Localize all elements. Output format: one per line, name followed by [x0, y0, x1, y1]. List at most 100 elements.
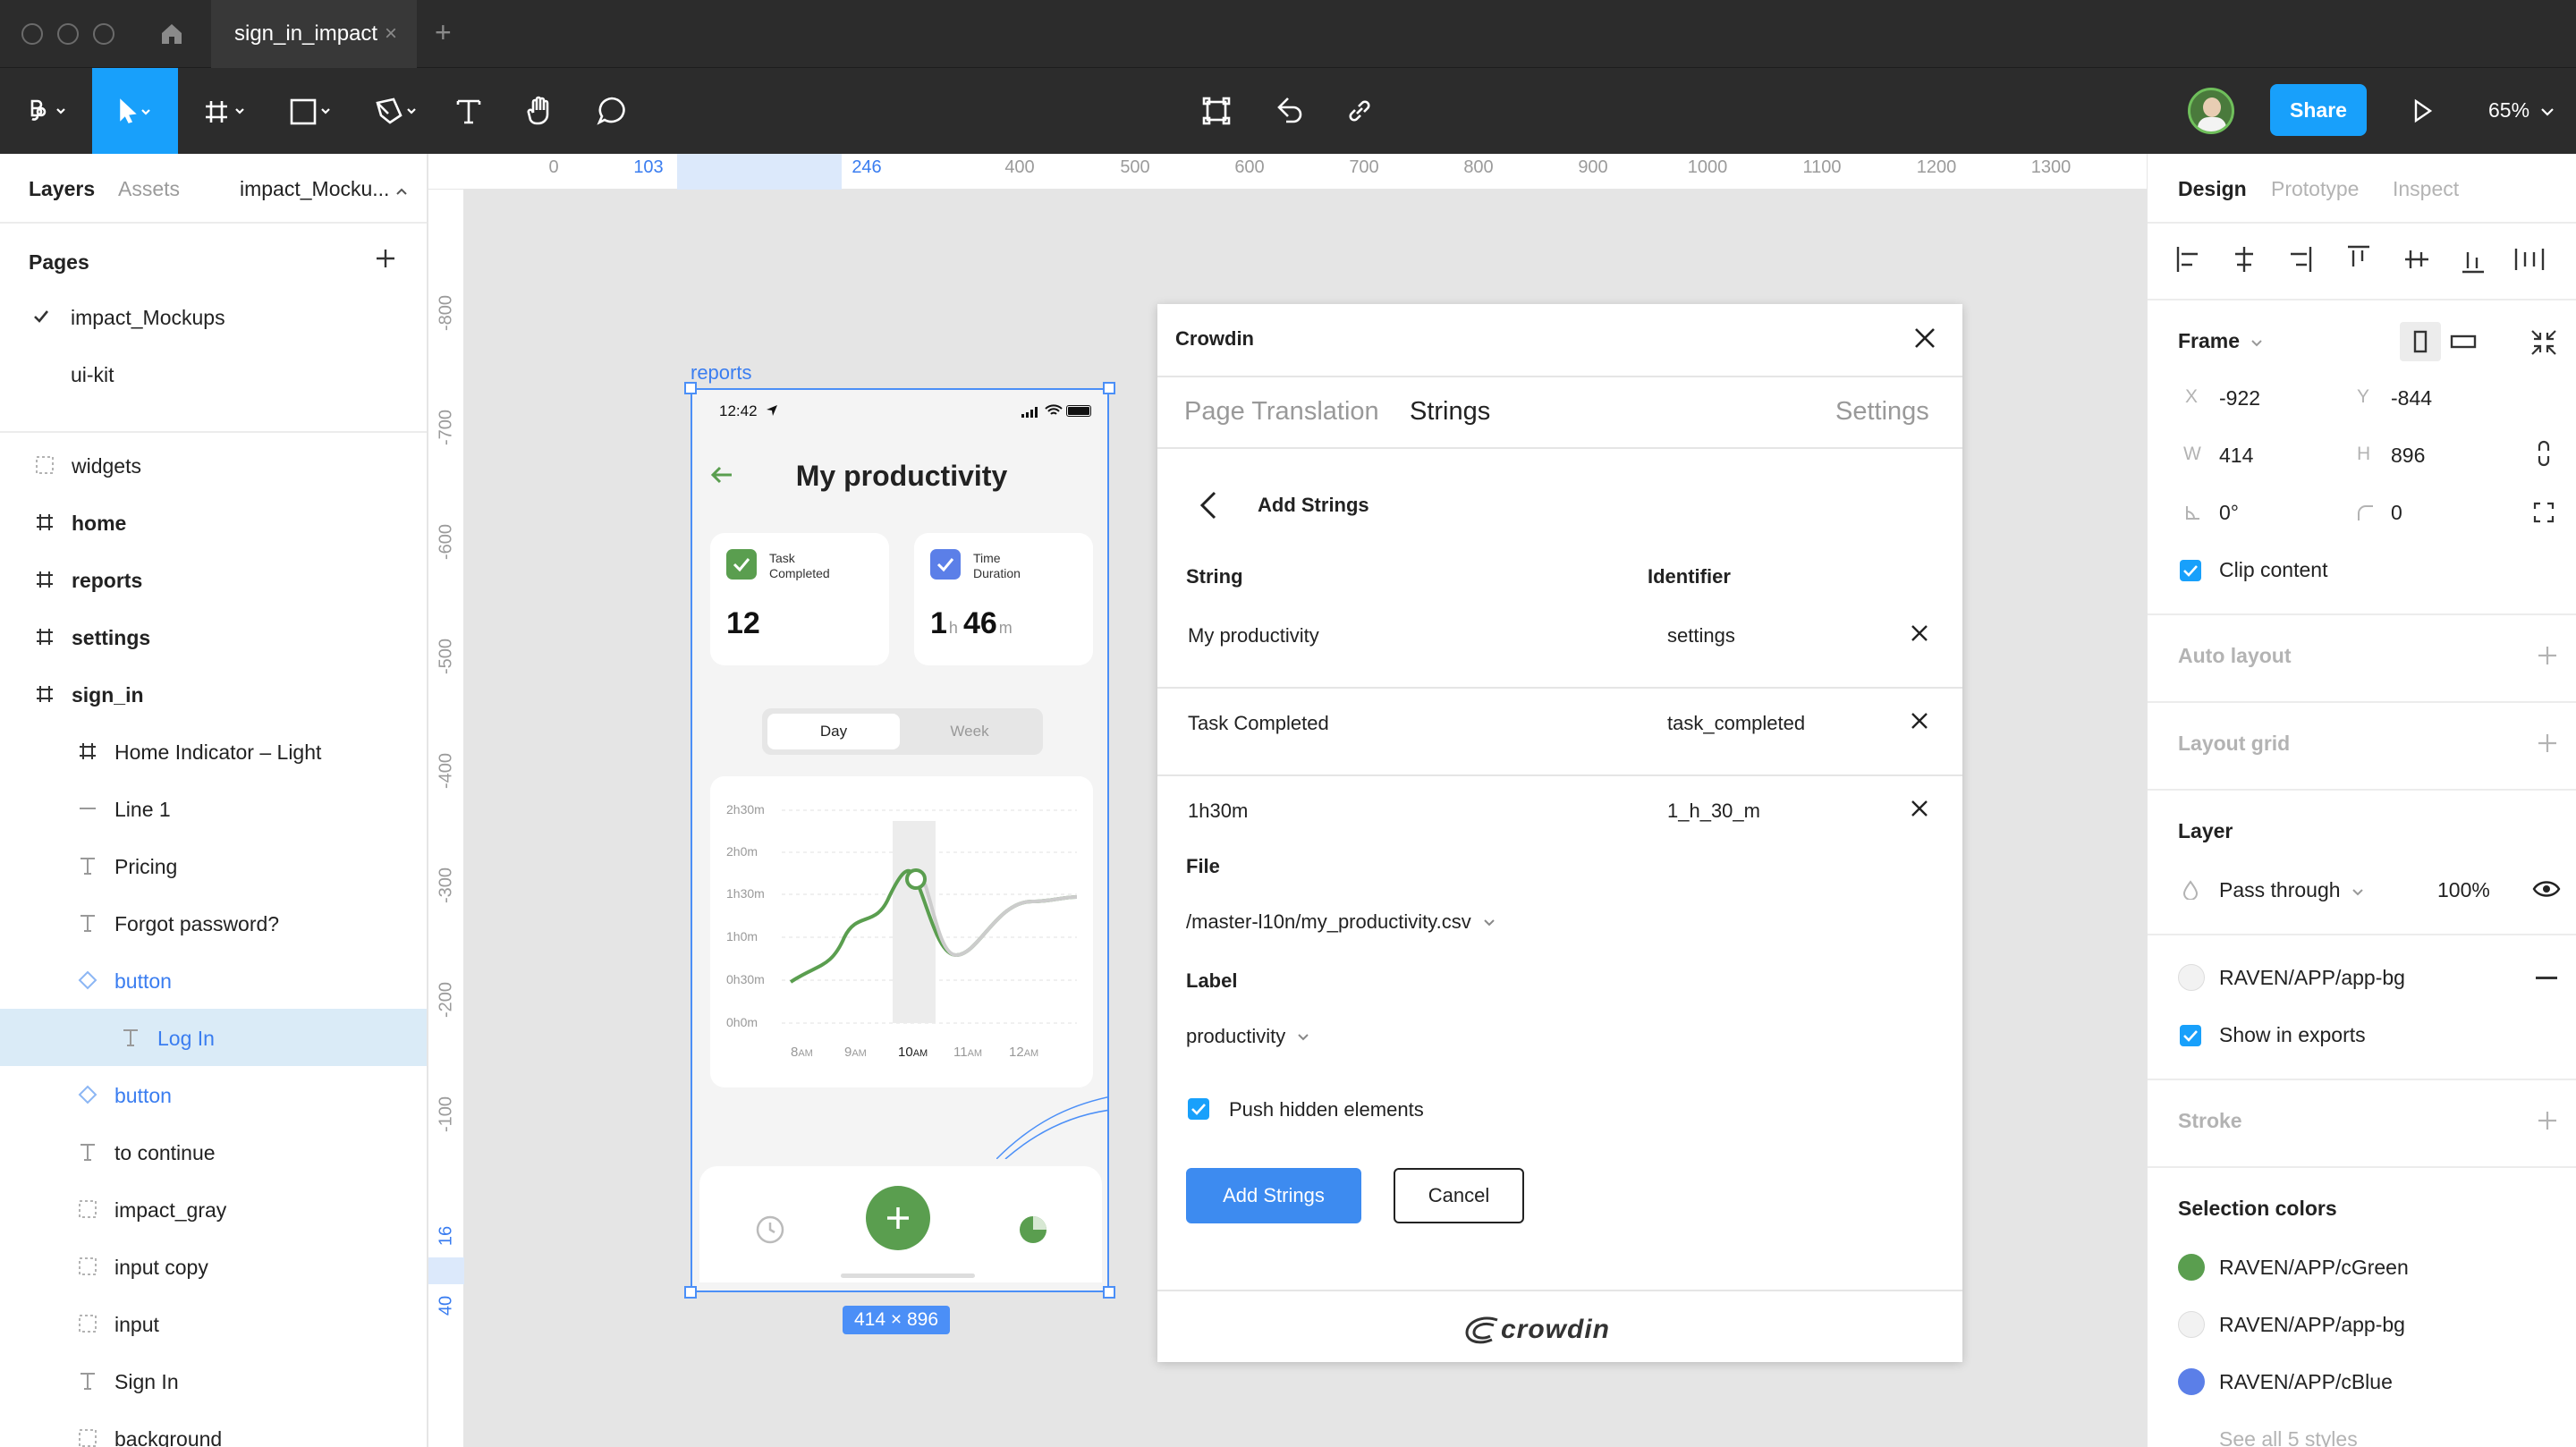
layer-item[interactable]: impact_gray — [0, 1180, 427, 1238]
string-value[interactable]: My productivity — [1188, 624, 1319, 647]
opacity-input[interactable]: 100% — [2437, 878, 2490, 902]
component-button[interactable] — [1199, 68, 1234, 154]
tab-strings[interactable]: Strings — [1410, 397, 1490, 427]
string-value[interactable]: Task Completed — [1188, 712, 1329, 735]
layer-item[interactable]: Home Indicator – Light — [0, 723, 427, 780]
clock-icon[interactable] — [755, 1214, 785, 1245]
page-item-impact-mockups[interactable]: impact_Mockups — [71, 306, 225, 330]
text-tool-button[interactable] — [451, 68, 487, 154]
fill-swatch[interactable] — [2178, 964, 2205, 991]
main-menu-button[interactable] — [16, 68, 79, 154]
resize-handle-bottom-left[interactable] — [684, 1286, 697, 1299]
resize-handle-top-right[interactable] — [1103, 382, 1115, 394]
day-toggle-button[interactable]: Day — [767, 714, 900, 749]
add-stroke-button[interactable] — [2536, 1109, 2559, 1132]
layer-item[interactable]: Sign In — [0, 1352, 427, 1409]
close-dialog-button[interactable] — [1912, 326, 1937, 351]
design-tab[interactable]: Design — [2178, 177, 2247, 201]
layer-item[interactable]: to continue — [0, 1123, 427, 1180]
back-icon[interactable] — [1197, 490, 1220, 520]
width-input[interactable]: 414 — [2219, 444, 2253, 468]
cancel-button[interactable]: Cancel — [1394, 1168, 1524, 1223]
boolean-button[interactable] — [1270, 68, 1306, 154]
layer-item[interactable]: Pricing — [0, 837, 427, 894]
layer-item[interactable]: input — [0, 1295, 427, 1352]
close-tab-icon[interactable]: × — [385, 0, 397, 68]
layer-item[interactable]: widgets — [0, 436, 427, 494]
prototype-tab[interactable]: Prototype — [2271, 177, 2359, 201]
resize-handle-top-left[interactable] — [684, 382, 697, 394]
see-all-styles-link[interactable]: See all 5 styles — [2219, 1427, 2358, 1447]
alignment-toolbar[interactable] — [2174, 240, 2550, 279]
show-in-exports-checkbox[interactable] — [2180, 1025, 2201, 1046]
remove-string-button[interactable] — [1909, 710, 1934, 735]
inspect-tab[interactable]: Inspect — [2393, 177, 2459, 201]
minimize-window-button[interactable] — [57, 23, 79, 45]
independent-corners-button[interactable] — [2530, 499, 2557, 526]
remove-string-button[interactable] — [1909, 622, 1934, 647]
color-swatch[interactable] — [2178, 1311, 2205, 1338]
tab-settings[interactable]: Settings — [1835, 397, 1929, 427]
corner-radius-input[interactable]: 0 — [2391, 501, 2402, 525]
layer-item[interactable]: input copy — [0, 1238, 427, 1295]
add-strings-button[interactable]: Add Strings — [1186, 1168, 1361, 1223]
clip-content-checkbox[interactable] — [2180, 560, 2201, 581]
layer-item[interactable]: reports — [0, 551, 427, 608]
reports-frame[interactable]: 12:42 My productivity Task Completed 12 T… — [691, 388, 1109, 1292]
assets-tab[interactable]: Assets — [118, 177, 180, 201]
add-page-button[interactable] — [374, 247, 397, 270]
landscape-orientation-button[interactable] — [2443, 322, 2484, 361]
shape-tool-button[interactable] — [281, 68, 345, 154]
color-style-name[interactable]: RAVEN/APP/app-bg — [2219, 1313, 2405, 1337]
resize-to-fit-button[interactable] — [2529, 327, 2559, 358]
new-tab-button[interactable]: + — [435, 16, 452, 49]
height-input[interactable]: 896 — [2391, 444, 2425, 468]
string-value[interactable]: 1h30m — [1188, 800, 1248, 823]
layer-item[interactable]: Forgot password? — [0, 894, 427, 952]
share-button[interactable]: Share — [2270, 84, 2367, 136]
push-hidden-checkbox[interactable] — [1188, 1098, 1209, 1120]
x-input[interactable]: -922 — [2219, 386, 2260, 410]
color-swatch[interactable] — [2178, 1254, 2205, 1281]
remove-fill-icon[interactable] — [2536, 977, 2557, 979]
add-layout-grid-button[interactable] — [2536, 732, 2559, 755]
add-button[interactable] — [866, 1186, 930, 1250]
comment-tool-button[interactable] — [594, 68, 630, 154]
layers-tab[interactable]: Layers — [29, 177, 95, 201]
home-icon[interactable] — [159, 21, 184, 47]
constrain-proportions-button[interactable] — [2530, 438, 2557, 469]
frame-tool-button[interactable] — [195, 68, 259, 154]
zoom-dropdown[interactable]: 65% — [2488, 98, 2555, 123]
layer-item[interactable]: sign_in — [0, 665, 427, 723]
file-dropdown[interactable]: /master-l10n/my_productivity.csv — [1186, 910, 1496, 934]
close-window-button[interactable] — [21, 23, 43, 45]
identifier-value[interactable]: task_completed — [1667, 712, 1805, 735]
layer-item[interactable]: Line 1 — [0, 780, 427, 837]
week-toggle-button[interactable]: Week — [903, 714, 1036, 749]
add-auto-layout-button[interactable] — [2536, 644, 2559, 667]
layer-item[interactable]: settings — [0, 608, 427, 665]
resize-handle-bottom-right[interactable] — [1103, 1286, 1115, 1299]
tab-page-translation[interactable]: Page Translation — [1184, 397, 1379, 427]
frame-name-label[interactable]: reports — [691, 361, 751, 385]
fill-style-name[interactable]: RAVEN/APP/app-bg — [2219, 966, 2405, 990]
move-tool-button[interactable] — [92, 68, 178, 154]
layer-item[interactable]: button — [0, 1066, 427, 1123]
label-dropdown[interactable]: productivity — [1186, 1025, 1310, 1048]
layer-item[interactable]: button — [0, 952, 427, 1009]
visibility-toggle[interactable] — [2532, 876, 2561, 901]
maximize-window-button[interactable] — [93, 23, 114, 45]
link-button[interactable] — [1342, 68, 1377, 154]
frame-section-title[interactable]: Frame — [2178, 329, 2263, 353]
color-swatch[interactable] — [2178, 1368, 2205, 1395]
hand-tool-button[interactable] — [522, 68, 558, 154]
layer-item[interactable]: background — [0, 1409, 427, 1447]
present-button[interactable] — [2404, 68, 2440, 154]
identifier-value[interactable]: settings — [1667, 624, 1735, 647]
pie-chart-icon[interactable] — [1018, 1214, 1048, 1245]
portrait-orientation-button[interactable] — [2400, 322, 2441, 361]
pen-tool-button[interactable] — [367, 68, 431, 154]
user-avatar[interactable] — [2188, 88, 2234, 134]
layer-item[interactable]: home — [0, 494, 427, 551]
remove-string-button[interactable] — [1909, 798, 1934, 823]
